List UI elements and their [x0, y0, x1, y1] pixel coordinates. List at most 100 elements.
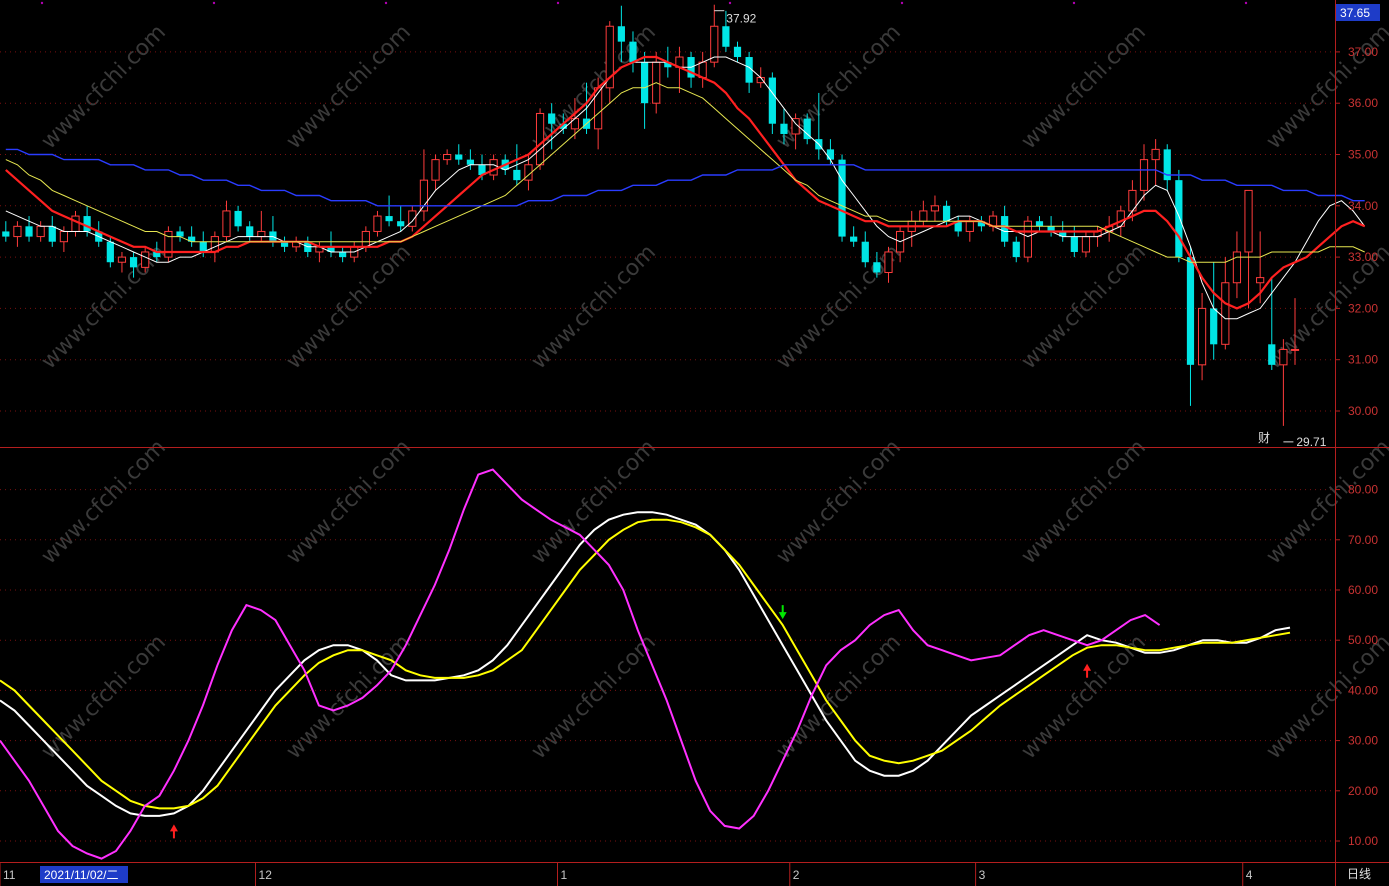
- candle-body-down: [873, 262, 881, 273]
- candle-body-up: [570, 118, 580, 130]
- candle-body-down: [629, 41, 637, 63]
- candle-body-up: [1232, 251, 1242, 284]
- indicator-tick-label: 70.00: [1348, 533, 1378, 547]
- candle-body-down: [640, 62, 649, 104]
- candle-body-up: [919, 210, 928, 222]
- candle-body-down: [48, 226, 56, 242]
- candle-body-down: [234, 210, 242, 227]
- candle-body-down: [83, 216, 91, 232]
- candle-body-up: [117, 256, 127, 263]
- candle-body-up: [257, 230, 266, 238]
- candle-body-up: [1116, 210, 1125, 227]
- candle-body-up: [13, 225, 22, 238]
- candle-body-down: [2, 231, 10, 237]
- top-dot: [40, 1, 44, 5]
- candle-body-down: [176, 231, 184, 237]
- high-price-label: 37.92: [726, 12, 756, 26]
- candle-body-down: [733, 46, 742, 58]
- candlestick[interactable]: [838, 154, 846, 242]
- chart-background: [0, 0, 1389, 886]
- price-tick-label: 35.00: [1348, 148, 1378, 162]
- candle-body-down: [1001, 216, 1009, 242]
- month-label: 2: [793, 868, 800, 882]
- candle-body-up: [965, 220, 974, 232]
- top-dot: [212, 1, 216, 5]
- candle-body-down: [246, 226, 254, 237]
- date-cursor-label: 2021/11/02/二: [44, 868, 119, 882]
- candle-body-up: [1197, 307, 1207, 366]
- top-dot: [728, 1, 732, 5]
- candle-body-up: [71, 215, 80, 232]
- candle-body-up: [443, 154, 452, 161]
- candle-body-up: [361, 230, 370, 248]
- background-fill: [0, 0, 1389, 886]
- candle-body-up: [489, 159, 498, 176]
- current-price-label: 37.65: [1340, 6, 1370, 20]
- candle-body-up: [1139, 159, 1149, 191]
- candle-body-up: [431, 159, 440, 181]
- candle-body-down: [1268, 344, 1276, 365]
- candle-body-up: [884, 251, 893, 273]
- indicator-tick-label: 30.00: [1348, 734, 1378, 748]
- candle-body-up: [36, 225, 45, 238]
- period-tab[interactable]: 日线: [1347, 867, 1371, 881]
- price-tick-label: 30.00: [1348, 404, 1378, 418]
- candlestick[interactable]: [1023, 216, 1032, 263]
- stock-chart[interactable]: www.cfchi.com www.cfchi.com www.cfchi.com w…: [0, 0, 1389, 886]
- candle-body-up: [59, 230, 68, 243]
- candle-body-up: [698, 61, 707, 79]
- price-tick-label: 31.00: [1348, 353, 1378, 367]
- candle-body-up: [222, 210, 231, 238]
- indicator-tick-label: 60.00: [1348, 583, 1378, 597]
- candle-body-down: [106, 241, 114, 263]
- indicator-tick-label: 80.00: [1348, 483, 1378, 497]
- price-tick-label: 33.00: [1348, 250, 1378, 264]
- candle-body-up: [594, 87, 603, 130]
- top-dot: [1072, 1, 1076, 5]
- candle-body-down: [385, 216, 393, 222]
- indicator-tick-label: 50.00: [1348, 633, 1378, 647]
- low-price-label: 29.71: [1296, 435, 1326, 449]
- candle-body-down: [768, 77, 776, 124]
- candle-body-down: [1210, 308, 1218, 345]
- candle-body-down: [722, 26, 730, 47]
- candle-body-up: [1256, 277, 1265, 284]
- top-dot: [900, 1, 904, 5]
- indicator-tick-label: 20.00: [1348, 784, 1378, 798]
- candle-body-down: [548, 113, 556, 124]
- candle-body-down: [861, 241, 869, 263]
- indicator-tick-label: 40.00: [1348, 683, 1378, 697]
- candle-body-down: [617, 26, 625, 42]
- month-label: 1: [560, 868, 567, 882]
- price-tick-label: 32.00: [1348, 301, 1378, 315]
- candle-body-down: [129, 257, 138, 268]
- candle-body-up: [1081, 236, 1091, 253]
- candlestick[interactable]: [164, 226, 173, 263]
- candle-body-down: [455, 154, 463, 160]
- financial-report-marker[interactable]: 财: [1258, 431, 1270, 445]
- indicator-tick-label: 10.00: [1348, 834, 1378, 848]
- candle-body-up: [1244, 189, 1253, 253]
- month-label: 11: [3, 868, 16, 882]
- candle-body-down: [25, 226, 33, 237]
- candle-body-up: [1290, 348, 1300, 351]
- candle-body-up: [210, 236, 219, 253]
- month-label: 3: [979, 868, 986, 882]
- top-dot: [1244, 1, 1248, 5]
- candle-body-down: [942, 205, 951, 222]
- candle-body-down: [826, 149, 835, 160]
- candle-body-down: [513, 169, 521, 181]
- candle-body-down: [838, 159, 846, 237]
- candle-body-down: [1070, 236, 1078, 252]
- candle-body-up: [373, 215, 382, 232]
- month-label: 12: [259, 868, 273, 882]
- top-dot: [556, 1, 560, 5]
- price-tick-label: 36.00: [1348, 96, 1378, 110]
- month-label: 4: [1246, 868, 1253, 882]
- candle-body-up: [1279, 348, 1288, 366]
- candle-body-down: [1035, 221, 1044, 227]
- candle-body-down: [1186, 257, 1195, 365]
- price-tick-label: 34.00: [1348, 199, 1378, 213]
- candle-body-up: [1151, 148, 1160, 161]
- candlestick[interactable]: [535, 108, 545, 170]
